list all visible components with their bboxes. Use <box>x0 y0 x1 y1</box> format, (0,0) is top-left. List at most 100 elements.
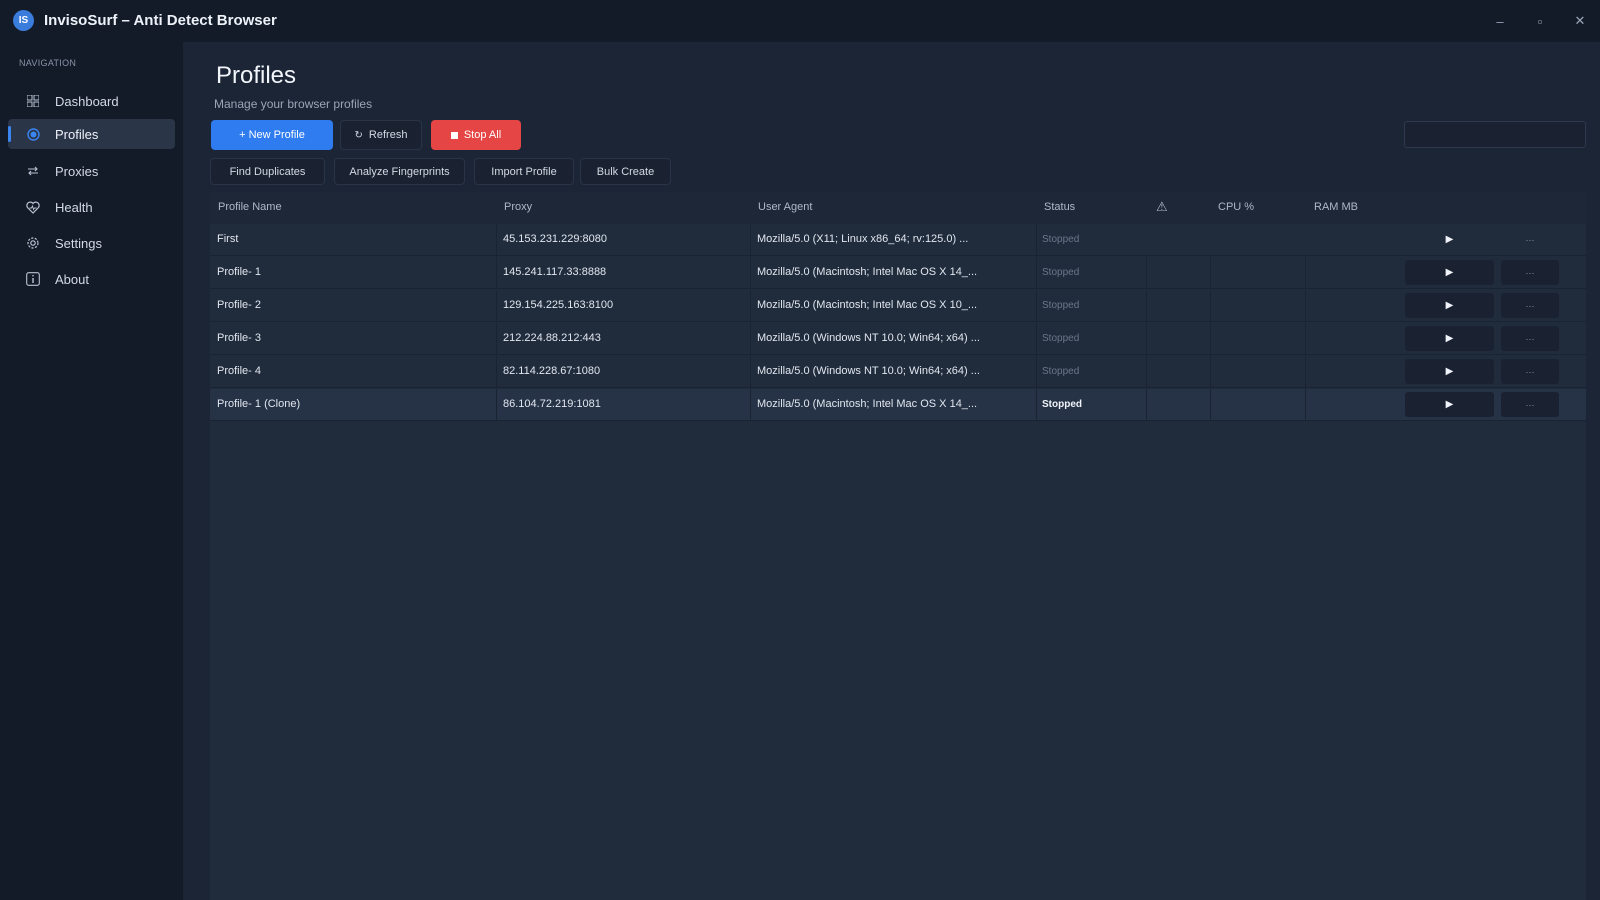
sidebar-item-proxies[interactable]: Proxies <box>8 156 175 186</box>
title-bar: IS InvisoSurf – Anti Detect Browser – ▫ … <box>0 0 1600 42</box>
user-agent-cell: Mozilla/5.0 (Macintosh; Intel Mac OS X 1… <box>757 299 978 311</box>
user-agent-cell: Mozilla/5.0 (Windows NT 10.0; Win64; x64… <box>757 332 980 344</box>
column-divider <box>1210 257 1211 289</box>
column-divider <box>750 356 751 388</box>
column-header-ram[interactable]: RAM MB <box>1314 201 1358 213</box>
analyze-fingerprints-button[interactable]: Analyze Fingerprints <box>334 158 465 185</box>
column-divider <box>496 257 497 289</box>
sidebar-item-health[interactable]: Health <box>8 192 175 222</box>
table-header: Profile Name Proxy User Agent Status ⚠ C… <box>210 192 1586 224</box>
stop-all-button[interactable]: Stop All <box>431 120 521 150</box>
bulk-create-button[interactable]: Bulk Create <box>580 158 671 185</box>
profile-name-cell: Profile- 2 <box>217 299 262 311</box>
proxy-cell: 86.104.72.219:1081 <box>503 398 601 410</box>
page-title: Profiles <box>216 62 297 89</box>
table-row-selected[interactable]: Profile- 1 (Clone) 86.104.72.219:1081 Mo… <box>210 389 1586 421</box>
app-title: InvisoSurf – Anti Detect Browser <box>44 12 277 29</box>
profile-name-cell: Profile- 4 <box>217 365 262 377</box>
profiles-table: Profile Name Proxy User Agent Status ⚠ C… <box>210 192 1586 900</box>
proxy-cell: 82.114.228.67:1080 <box>503 365 601 377</box>
sidebar-item-dashboard[interactable]: Dashboard <box>8 86 175 116</box>
new-profile-label: + New Profile <box>239 129 305 141</box>
column-divider <box>1036 389 1037 421</box>
column-divider <box>1210 323 1211 355</box>
column-divider <box>750 290 751 322</box>
page-subtitle: Manage your browser profiles <box>214 97 373 111</box>
column-divider <box>750 257 751 289</box>
heart-icon <box>25 199 41 215</box>
column-divider <box>496 290 497 322</box>
column-divider <box>1146 290 1147 322</box>
column-header-cpu[interactable]: CPU % <box>1218 201 1254 213</box>
column-divider <box>1036 290 1037 322</box>
column-divider <box>1036 224 1037 256</box>
minimize-button[interactable]: – <box>1489 10 1511 32</box>
new-profile-button[interactable]: + New Profile <box>211 120 333 150</box>
column-divider <box>496 224 497 256</box>
start-profile-button[interactable]: ▶ <box>1405 392 1494 417</box>
column-header-user-agent[interactable]: User Agent <box>758 201 812 213</box>
maximize-button[interactable]: ▫ <box>1529 10 1551 32</box>
swap-arrows-icon <box>25 163 41 179</box>
sidebar-item-label: Settings <box>55 235 102 251</box>
sidebar-item-about[interactable]: About <box>8 264 175 294</box>
close-button[interactable]: ✕ <box>1569 10 1591 32</box>
table-row[interactable]: Profile- 4 82.114.228.67:1080 Mozilla/5.… <box>210 356 1586 388</box>
refresh-icon: ↻ <box>354 129 363 141</box>
proxy-cell: 212.224.88.212:443 <box>503 332 601 344</box>
stop-icon <box>450 131 458 139</box>
start-profile-button[interactable]: ▶ <box>1405 293 1494 318</box>
column-header-name[interactable]: Profile Name <box>218 201 282 213</box>
column-divider <box>1305 257 1306 289</box>
more-options-button[interactable]: ··· <box>1501 359 1559 384</box>
table-row[interactable]: First 45.153.231.229:8080 Mozilla/5.0 (X… <box>210 224 1586 256</box>
column-divider <box>1305 290 1306 322</box>
user-agent-cell: Mozilla/5.0 (Windows NT 10.0; Win64; x64… <box>757 365 980 377</box>
find-duplicates-button[interactable]: Find Duplicates <box>210 158 325 185</box>
profile-name-cell: Profile- 1 <box>217 266 262 278</box>
more-options-button[interactable]: ··· <box>1501 227 1559 252</box>
user-agent-cell: Mozilla/5.0 (Macintosh; Intel Mac OS X 1… <box>757 266 978 278</box>
column-divider <box>1305 356 1306 388</box>
profile-name-cell: First <box>217 233 239 245</box>
app-logo: IS <box>13 10 34 31</box>
more-options-button[interactable]: ··· <box>1501 326 1559 351</box>
nav-heading: NAVIGATION <box>19 58 77 68</box>
user-agent-cell: Mozilla/5.0 (Macintosh; Intel Mac OS X 1… <box>757 398 978 410</box>
column-divider <box>1036 356 1037 388</box>
refresh-button[interactable]: ↻ Refresh <box>340 120 422 150</box>
column-divider <box>496 389 497 421</box>
proxy-cell: 45.153.231.229:8080 <box>503 233 607 245</box>
sidebar-item-label: Health <box>55 199 93 215</box>
status-cell: Stopped <box>1042 366 1080 377</box>
import-profile-button[interactable]: Import Profile <box>474 158 574 185</box>
column-header-status[interactable]: Status <box>1044 201 1075 213</box>
more-options-button[interactable]: ··· <box>1501 260 1559 285</box>
column-divider <box>750 389 751 421</box>
search-input[interactable] <box>1404 121 1586 148</box>
sidebar-item-settings[interactable]: Settings <box>8 228 175 258</box>
start-profile-button[interactable]: ▶ <box>1405 260 1494 285</box>
table-row[interactable]: Profile- 2 129.154.225.163:8100 Mozilla/… <box>210 290 1586 322</box>
sidebar: NAVIGATION Dashboard Profiles Proxies He… <box>0 42 183 900</box>
column-divider <box>1146 257 1147 289</box>
column-header-proxy[interactable]: Proxy <box>504 201 532 213</box>
table-row[interactable]: Profile- 3 212.224.88.212:443 Mozilla/5.… <box>210 323 1586 355</box>
more-options-button[interactable]: ··· <box>1501 293 1559 318</box>
start-profile-button[interactable]: ▶ <box>1405 227 1494 252</box>
warning-icon: ⚠ <box>1156 199 1168 214</box>
sidebar-item-label: Proxies <box>55 163 99 179</box>
column-divider <box>1305 323 1306 355</box>
column-divider <box>1036 257 1037 289</box>
more-options-button[interactable]: ··· <box>1501 392 1559 417</box>
stop-all-label: Stop All <box>463 129 502 141</box>
sidebar-item-profiles[interactable]: Profiles <box>8 119 175 149</box>
table-row[interactable]: Profile- 1 145.241.117.33:8888 Mozilla/5… <box>210 257 1586 289</box>
column-divider <box>1210 356 1211 388</box>
column-divider <box>1305 389 1306 421</box>
start-profile-button[interactable]: ▶ <box>1405 326 1494 351</box>
proxy-cell: 145.241.117.33:8888 <box>503 266 607 278</box>
profile-name-cell: Profile- 3 <box>217 332 262 344</box>
start-profile-button[interactable]: ▶ <box>1405 359 1494 384</box>
gear-icon <box>25 235 41 251</box>
